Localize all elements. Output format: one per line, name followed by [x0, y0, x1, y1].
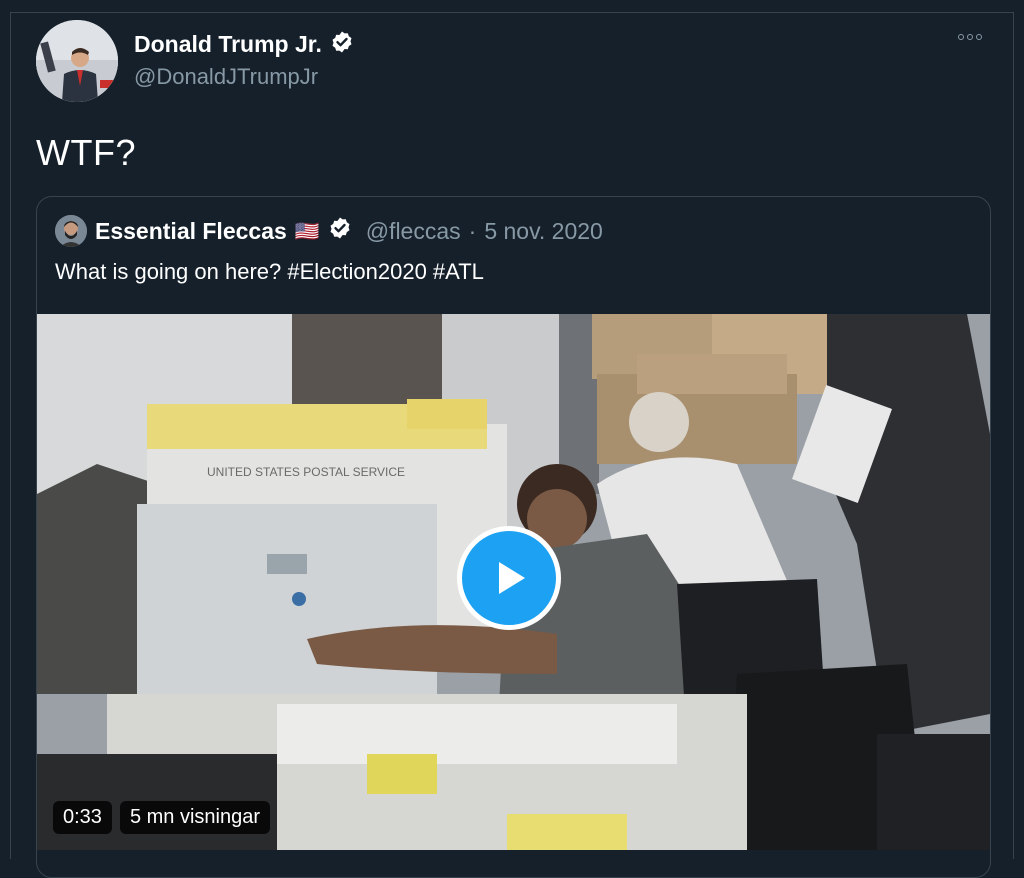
quoted-date[interactable]: 5 nov. 2020 — [484, 218, 603, 245]
quoted-verified-badge-icon — [328, 216, 352, 246]
us-flag-emoji: 🇺🇸 — [294, 220, 320, 243]
quoted-author-handle[interactable]: @fleccas — [366, 218, 461, 245]
quoted-tweet-text: What is going on here? #Election2020 #AT… — [55, 259, 484, 284]
tweet-text: WTF? — [36, 132, 136, 173]
more-horizontal-icon[interactable] — [958, 34, 982, 40]
video-player[interactable]: UNITED STATES POSTAL SERVICE 0:33 5 mn v… — [37, 314, 990, 850]
verified-badge-icon — [330, 30, 354, 59]
author-avatar[interactable] — [36, 20, 118, 102]
quoted-tweet[interactable]: Essential Fleccas 🇺🇸 @fleccas · 5 nov. 2… — [36, 196, 991, 878]
quoted-author-name[interactable]: Essential Fleccas — [95, 218, 287, 245]
quoted-author-avatar — [55, 215, 87, 247]
author-handle[interactable]: @DonaldJTrumpJr — [134, 64, 318, 90]
play-icon — [499, 562, 525, 594]
meta-separator: · — [468, 217, 477, 244]
play-button[interactable] — [457, 526, 561, 630]
video-views-badge: 5 mn visningar — [119, 801, 270, 834]
video-duration-badge: 0:33 — [53, 801, 112, 834]
usps-box-text: UNITED STATES POSTAL SERVICE — [207, 465, 405, 479]
author-name[interactable]: Donald Trump Jr. — [134, 31, 322, 58]
